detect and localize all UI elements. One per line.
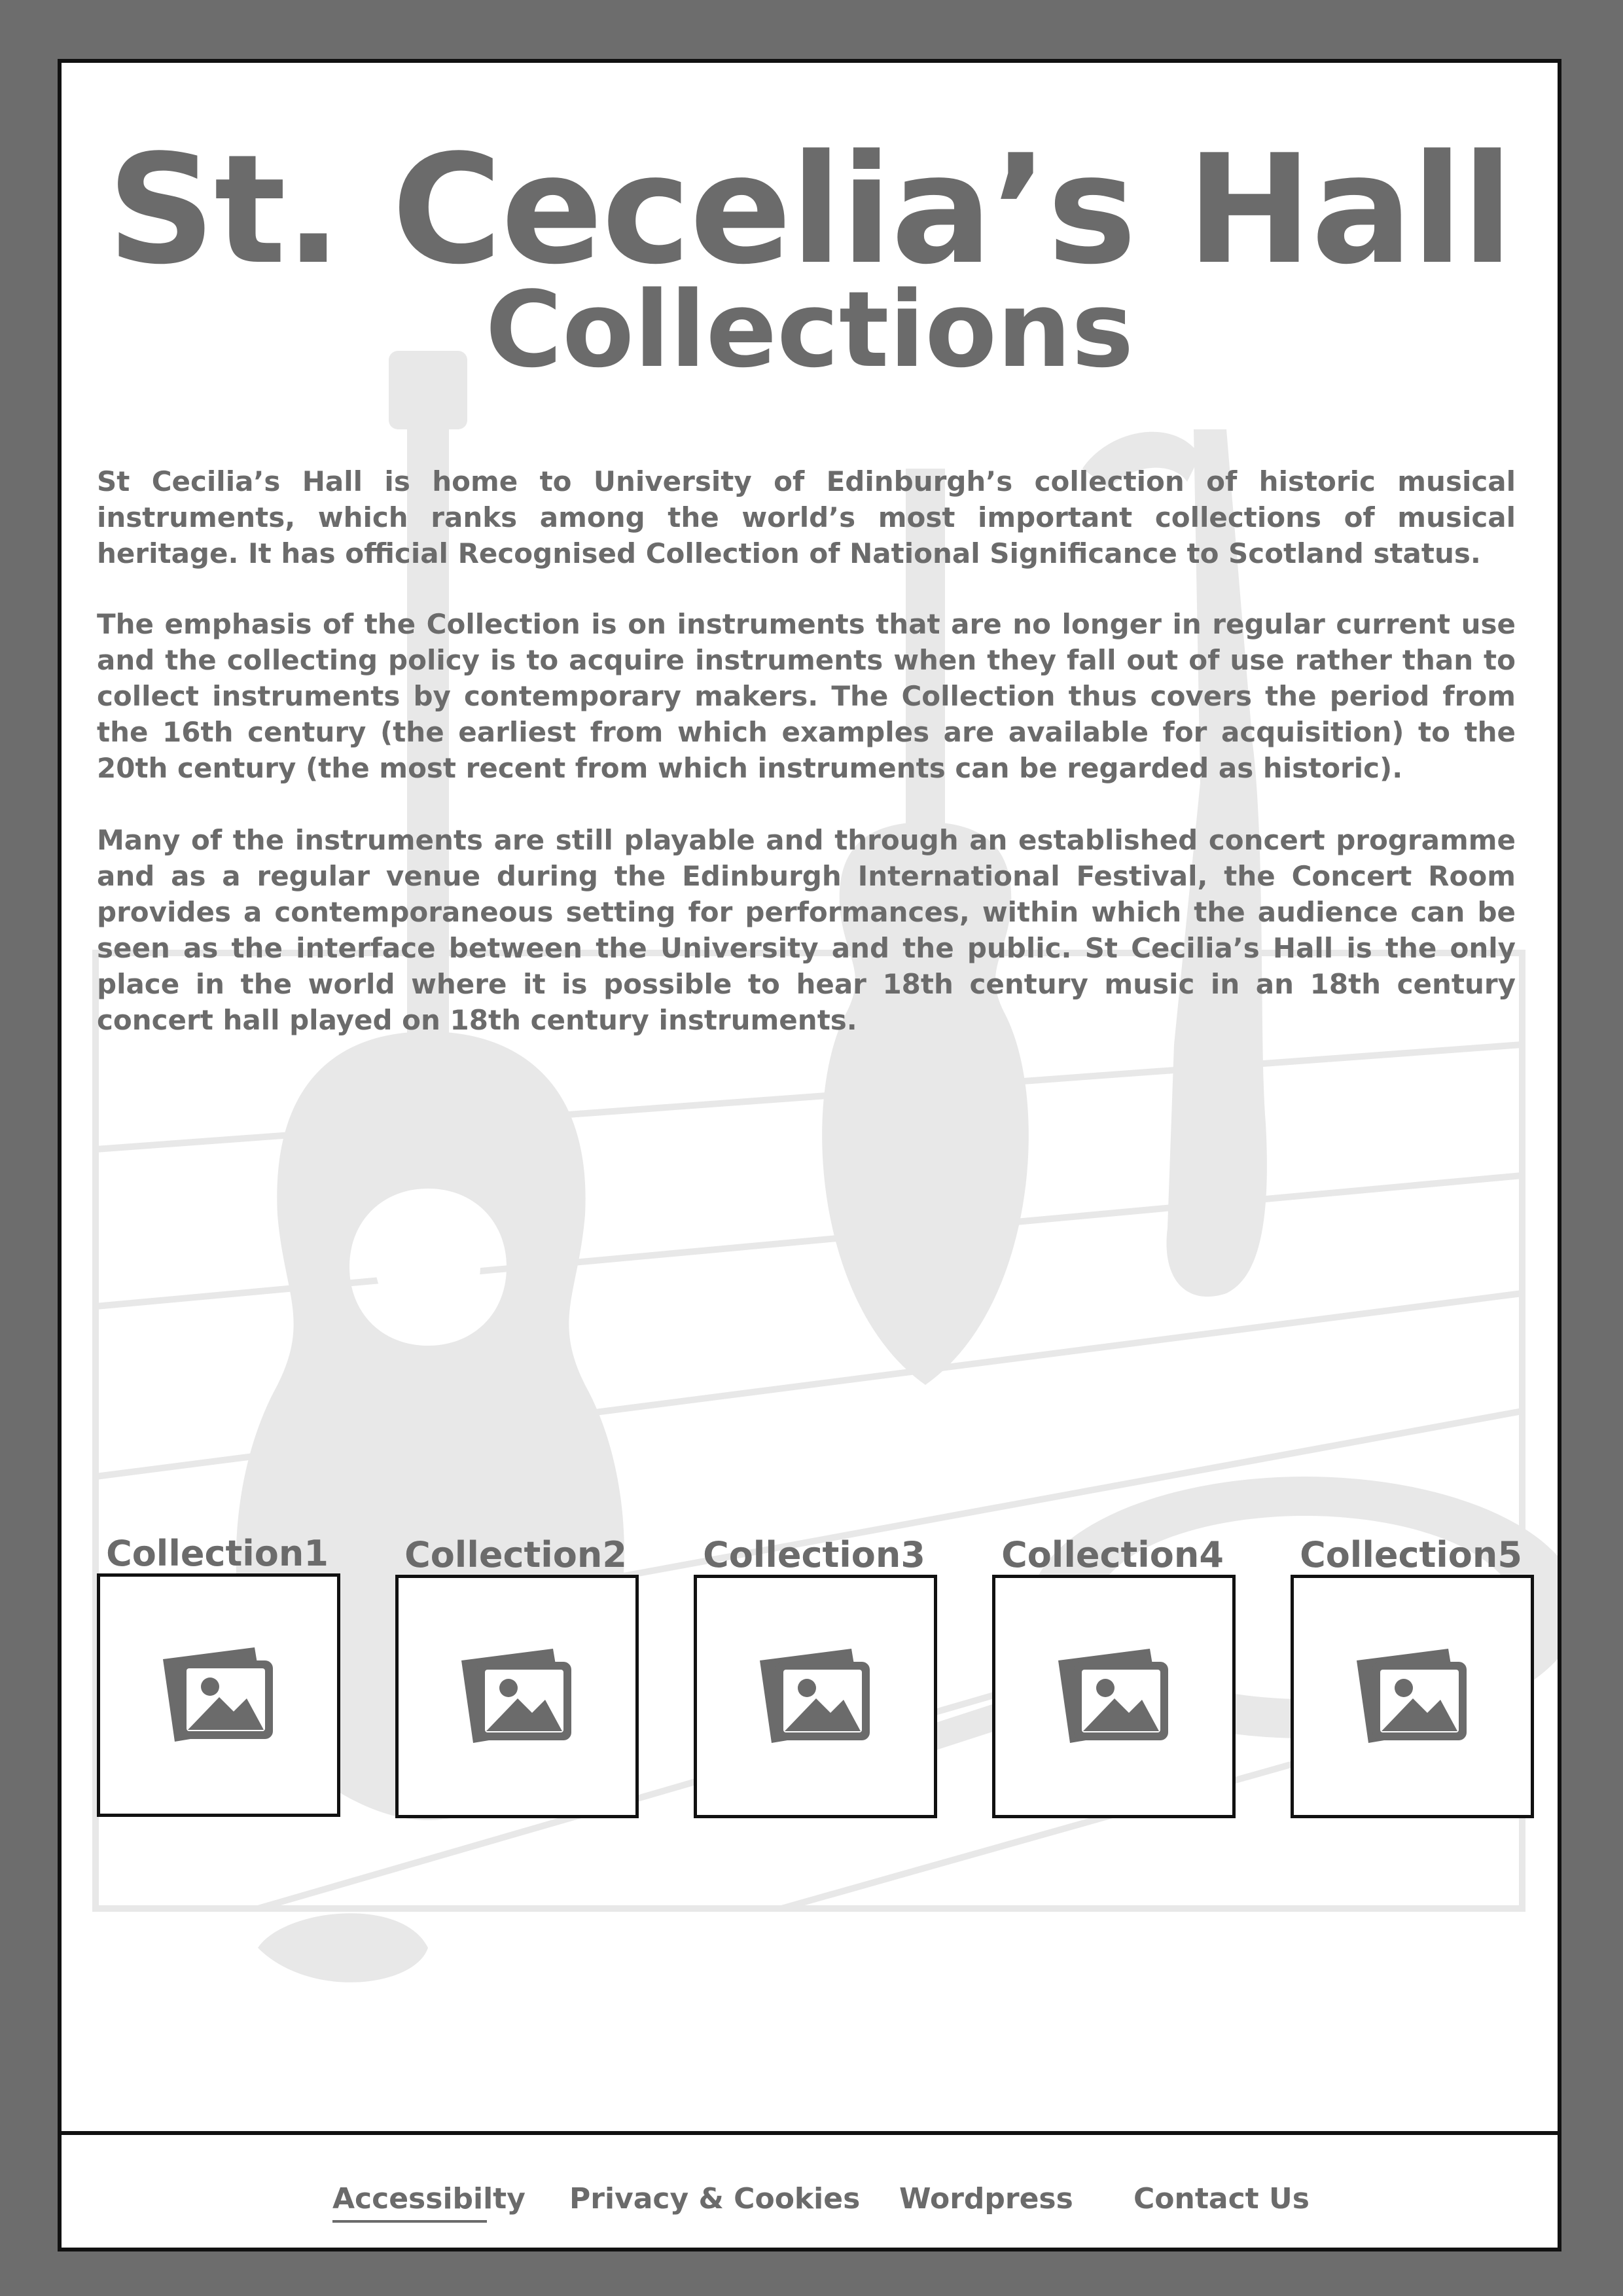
collection-label[interactable]: Collection4 <box>979 1535 1246 1575</box>
collection-thumbnail[interactable] <box>992 1575 1236 1818</box>
collection-card-2[interactable]: Collection2 <box>395 1535 639 1818</box>
image-placeholder-icon <box>1357 1649 1467 1743</box>
footer-link-wordpress[interactable]: Wordpress <box>899 2181 1073 2217</box>
page-subtitle: Collections <box>485 268 1134 391</box>
footer-link-contact-us[interactable]: Contact Us <box>1133 2181 1310 2217</box>
active-link-underline <box>332 2220 487 2223</box>
collection-card-3[interactable]: Collection3 <box>694 1535 937 1818</box>
collection-thumbnail[interactable] <box>1291 1575 1534 1818</box>
collection-thumbnail[interactable] <box>97 1573 340 1817</box>
collection-card-1[interactable]: Collection1 <box>97 1534 340 1817</box>
image-placeholder-icon <box>760 1649 870 1743</box>
image-placeholder-icon <box>461 1649 571 1743</box>
collection-card-4[interactable]: Collection4 <box>992 1535 1236 1818</box>
intro-paragraph-2: The emphasis of the Collection is on ins… <box>97 608 1516 784</box>
image-placeholder-icon <box>1058 1649 1168 1743</box>
collection-card-5[interactable]: Collection5 <box>1291 1535 1534 1818</box>
collection-thumbnail[interactable] <box>694 1575 937 1818</box>
intro-paragraph-1: St Cecilia’s Hall is home to University … <box>97 465 1516 569</box>
collection-label[interactable]: Collection2 <box>382 1535 649 1575</box>
footer-link-accessibility[interactable]: Accessibilty <box>332 2181 526 2217</box>
page-canvas: St. Cecelia’s Hall Collections St Cecili… <box>58 59 1561 2251</box>
intro-paragraph-3: Many of the instruments are still playab… <box>97 824 1516 1036</box>
image-placeholder-icon <box>163 1647 273 1742</box>
collection-label[interactable]: Collection1 <box>84 1534 351 1573</box>
footer-link-privacy-cookies[interactable]: Privacy & Cookies <box>569 2181 860 2217</box>
collection-label[interactable]: Collection3 <box>681 1535 948 1575</box>
collection-label[interactable]: Collection5 <box>1277 1535 1544 1575</box>
collection-thumbnail[interactable] <box>395 1575 639 1818</box>
footer-nav: Accessibilty Privacy & Cookies Wordpress… <box>62 2131 1558 2248</box>
